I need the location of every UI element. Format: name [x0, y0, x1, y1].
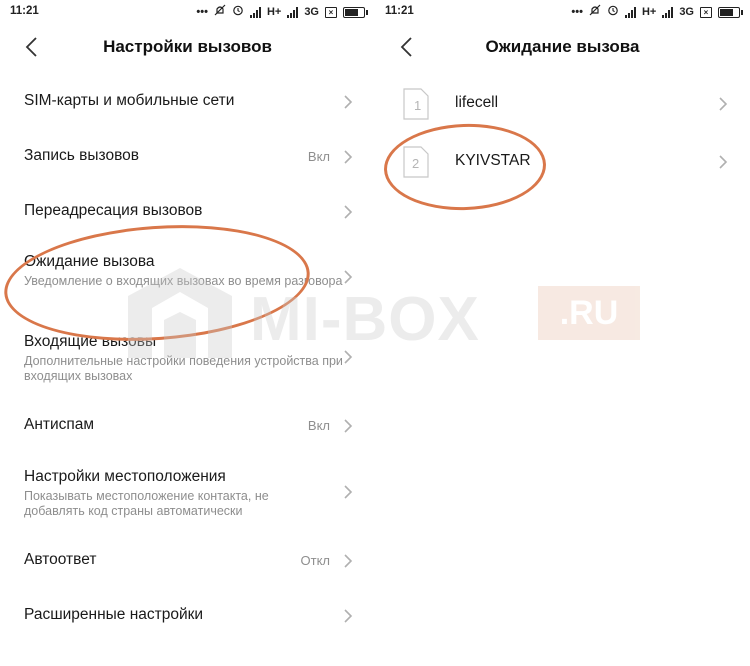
chevron-right-icon — [344, 270, 353, 284]
no-sim-icon: × — [325, 6, 337, 18]
sim-card-icon: 1 — [403, 88, 429, 120]
row-value: Вкл — [307, 418, 330, 433]
sim-cards-row[interactable]: SIM-карты и мобильные сети — [0, 82, 375, 122]
incoming-calls-row[interactable]: Входящие вызовы Дополнительные настройки… — [0, 327, 375, 389]
network-type: H+ — [641, 6, 657, 18]
svg-text:1: 1 — [414, 98, 421, 113]
sim-item-1[interactable]: 1 lifecell — [375, 84, 750, 124]
row-label: Автоответ — [24, 551, 97, 568]
row-label: Расширенные настройки — [24, 606, 204, 623]
call-waiting-row[interactable]: Ожидание вызова Уведомление о входящих в… — [0, 247, 375, 309]
status-time: 11:21 — [385, 5, 414, 17]
status-time: 11:21 — [10, 5, 39, 17]
call-settings-screen: 11:21 ••• H+ 3G × Настройки вызовов SIM-… — [0, 0, 375, 666]
row-value: Вкл — [307, 149, 330, 164]
chevron-right-icon — [344, 485, 353, 499]
mute-icon — [589, 4, 601, 20]
chevron-right-icon — [344, 150, 353, 164]
row-description: Показывать местоположение контакта, не д… — [24, 489, 269, 518]
page-title: Настройки вызовов — [103, 37, 272, 56]
location-settings-row[interactable]: Настройки местоположения Показывать мест… — [0, 462, 375, 524]
network-type-2: 3G — [679, 6, 694, 18]
row-description: Уведомление о входящих вызовах во время … — [24, 274, 343, 288]
header: Ожидание вызова — [375, 30, 750, 68]
signal-icon — [662, 6, 674, 18]
row-label: Запись вызовов — [24, 147, 140, 164]
network-type-2: 3G — [304, 6, 319, 18]
battery-icon — [343, 6, 368, 18]
more-dots-icon: ••• — [196, 6, 208, 18]
chevron-right-icon — [344, 554, 353, 568]
status-bar: 11:21 ••• H+ 3G × — [375, 0, 750, 24]
row-label: Ожидание вызова — [24, 253, 155, 270]
signal-icon — [624, 6, 636, 18]
signal-icon — [249, 6, 261, 18]
call-recording-row[interactable]: Запись вызовов Вкл — [0, 137, 375, 177]
chevron-right-icon — [344, 205, 353, 219]
chevron-right-icon — [344, 609, 353, 623]
advanced-settings-row[interactable]: Расширенные настройки — [0, 596, 375, 636]
chevron-right-icon — [344, 419, 353, 433]
page-title: Ожидание вызова — [485, 37, 640, 56]
header: Настройки вызовов — [0, 30, 375, 68]
status-bar: 11:21 ••• H+ 3G × — [0, 0, 375, 24]
battery-icon — [718, 6, 743, 18]
auto-answer-row[interactable]: Автоответ Откл — [0, 541, 375, 581]
mute-icon — [214, 4, 226, 20]
network-type: H+ — [266, 6, 282, 18]
sim-card-icon: 2 — [403, 146, 429, 178]
row-label: Переадресация вызовов — [24, 202, 203, 219]
sim-name: lifecell — [455, 94, 499, 111]
chevron-right-icon — [344, 350, 353, 364]
call-waiting-screen: 11:21 ••• H+ 3G × Ожидание вызова 1 life… — [375, 0, 750, 666]
alarm-icon — [232, 4, 244, 20]
row-label: SIM-карты и мобильные сети — [24, 92, 235, 109]
row-description: Дополнительные настройки поведения устро… — [24, 354, 343, 383]
sim-item-2[interactable]: 2 KYIVSTAR — [375, 142, 750, 182]
signal-icon — [287, 6, 299, 18]
more-dots-icon: ••• — [571, 6, 583, 18]
antispam-row[interactable]: Антиспам Вкл — [0, 406, 375, 446]
chevron-right-icon — [719, 155, 728, 169]
row-label: Настройки местоположения — [24, 468, 226, 485]
alarm-icon — [607, 4, 619, 20]
call-forwarding-row[interactable]: Переадресация вызовов — [0, 192, 375, 232]
row-label: Входящие вызовы — [24, 333, 157, 350]
sim-name: KYIVSTAR — [455, 152, 531, 169]
row-value: Откл — [300, 553, 331, 568]
chevron-right-icon — [719, 97, 728, 111]
row-label: Антиспам — [24, 416, 95, 433]
chevron-right-icon — [344, 95, 353, 109]
svg-text:2: 2 — [412, 156, 419, 171]
no-sim-icon: × — [700, 6, 712, 18]
